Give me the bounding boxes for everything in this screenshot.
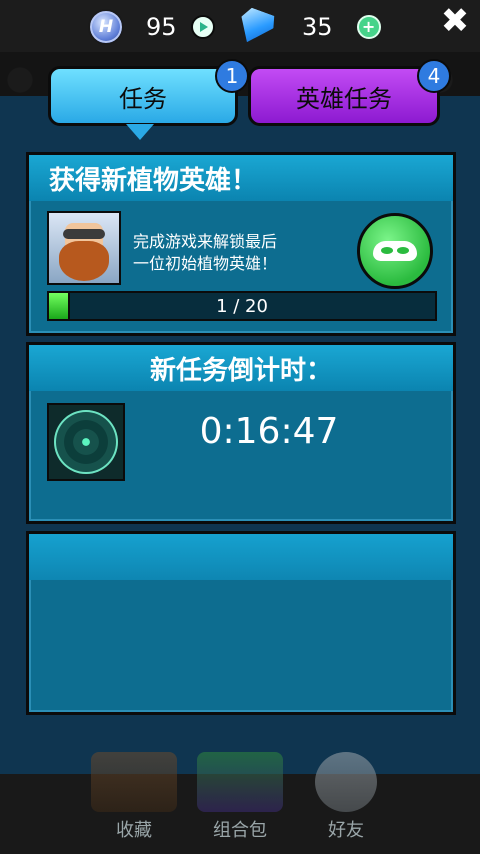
nav-collection[interactable]: 收藏 xyxy=(84,752,184,842)
quest-description: 完成游戏来解锁最后 一位初始植物英雄！ xyxy=(133,231,333,275)
quest-description-line1: 完成游戏来解锁最后 xyxy=(133,232,278,251)
nav-friends-label: 好友 xyxy=(328,820,364,841)
coin-counter: H 95 xyxy=(88,9,215,45)
tab-hero-quests-label: 英雄任务 xyxy=(296,84,392,113)
nav-packs-label: 组合包 xyxy=(213,820,267,841)
new-hero-quest-card[interactable]: 获得新植物英雄！ 完成游戏来解锁最后 一位初始植物英雄！ 1 / 20 xyxy=(26,152,456,336)
hero-mask-icon xyxy=(357,213,433,289)
quest-card-header: 获得新植物英雄！ xyxy=(29,155,453,201)
empty-quest-slot xyxy=(26,531,456,715)
card-pack-icon xyxy=(197,752,283,812)
tab-quests[interactable]: 任务 1 xyxy=(48,59,249,140)
chat-bubble-icon xyxy=(315,752,377,812)
tab-quests-badge: 1 xyxy=(215,59,249,93)
nav-collection-label: 收藏 xyxy=(116,820,152,841)
play-icon[interactable] xyxy=(190,15,215,39)
quest-description-line2: 一位初始植物英雄！ xyxy=(133,254,278,273)
add-gems-button[interactable]: + xyxy=(356,15,381,39)
countdown-timer: 0:16:47 xyxy=(199,411,339,452)
hero-beard xyxy=(59,241,109,281)
close-icon: ✖ xyxy=(440,1,470,41)
gem-icon xyxy=(231,6,279,48)
nav-packs[interactable]: 组合包 xyxy=(190,752,290,842)
coin-icon: H xyxy=(88,9,124,45)
tab-hero-quests[interactable]: 英雄任务 4 xyxy=(248,59,451,126)
gem-count: 35 xyxy=(302,13,333,41)
plus-icon: + xyxy=(361,17,376,36)
mask-shape xyxy=(373,241,417,261)
gem-counter: 35 + xyxy=(238,10,381,44)
quest-progress-text: 1 / 20 xyxy=(216,295,268,317)
countdown-title: 新任务倒计时： xyxy=(149,355,332,386)
empty-slot-header xyxy=(29,534,453,580)
radar-icon xyxy=(47,403,125,481)
close-button[interactable]: ✖ xyxy=(438,4,472,38)
quest-title: 获得新植物英雄！ xyxy=(49,165,258,196)
book-icon xyxy=(91,752,177,812)
tab-hero-quests-badge: 4 xyxy=(417,59,451,93)
coin-count: 95 xyxy=(146,13,177,41)
new-quest-countdown-card: 新任务倒计时： 0:16:47 xyxy=(26,342,456,524)
hero-portrait xyxy=(47,211,121,285)
hero-goggles xyxy=(63,229,105,239)
quest-progress-bar: 1 / 20 xyxy=(47,291,437,321)
countdown-header: 新任务倒计时： xyxy=(29,345,453,391)
radar-disc xyxy=(54,410,118,474)
tab-quests-label: 任务 xyxy=(119,84,167,113)
coin-glyph: H xyxy=(98,17,114,37)
nav-friends[interactable]: 好友 xyxy=(296,752,396,842)
